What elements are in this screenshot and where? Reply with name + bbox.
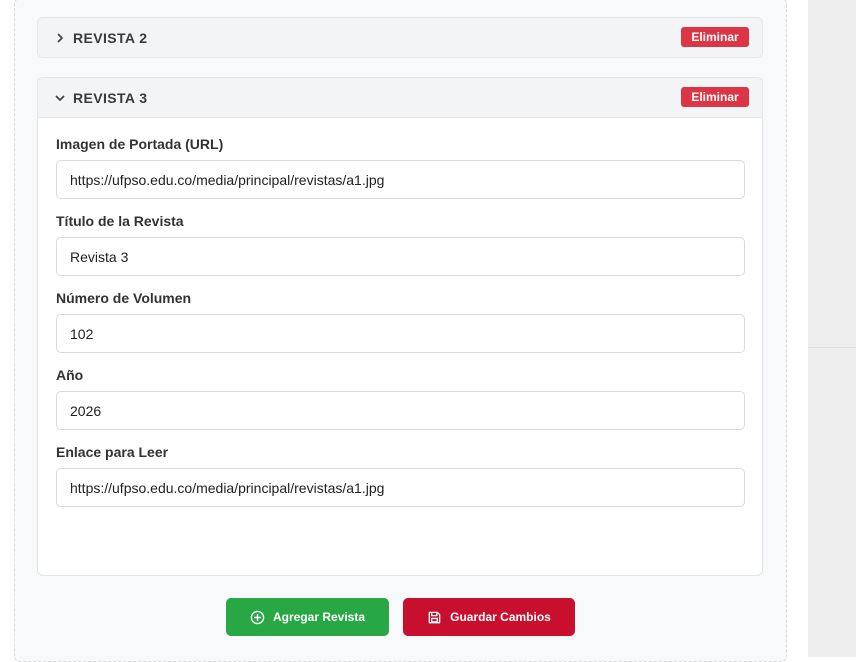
side-background (808, 0, 856, 657)
volume-number-field: Número de Volumen (56, 290, 745, 353)
side-divider (808, 347, 856, 348)
volume-number-input[interactable] (56, 314, 745, 353)
volume-number-label: Número de Volumen (56, 290, 192, 306)
plus-circle-icon (250, 610, 265, 625)
magazine-title-field: Título de la Revista (56, 213, 745, 276)
cover-image-field: Imagen de Portada (URL) (56, 136, 745, 199)
chevron-right-icon[interactable] (52, 30, 68, 46)
year-label: Año (56, 367, 84, 383)
accordion-title: REVISTA 2 (73, 29, 148, 46)
delete-button[interactable]: Eliminar (681, 87, 749, 107)
year-field: Año (56, 367, 745, 430)
accordion-title: REVISTA 3 (73, 89, 148, 106)
cover-image-label: Imagen de Portada (URL) (56, 136, 224, 152)
save-changes-label: Guardar Cambios (450, 610, 551, 624)
save-changes-button[interactable]: Guardar Cambios (403, 598, 575, 636)
read-link-label: Enlace para Leer (56, 444, 169, 460)
chevron-down-icon[interactable] (52, 90, 68, 106)
accordion-revista-2: REVISTA 2 Eliminar (37, 17, 763, 58)
magazine-title-label: Título de la Revista (56, 213, 184, 229)
floppy-disk-icon (427, 610, 442, 625)
magazine-title-input[interactable] (56, 237, 745, 276)
year-input[interactable] (56, 391, 745, 430)
accordion-body: Imagen de Portada (URL) Título de la Rev… (38, 118, 762, 507)
accordion-revista-3: REVISTA 3 Eliminar Imagen de Portada (UR… (37, 77, 763, 576)
add-magazine-label: Agregar Revista (272, 610, 366, 624)
accordion-header-revista-3[interactable]: REVISTA 3 Eliminar (38, 78, 762, 118)
cover-image-input[interactable] (56, 160, 745, 199)
add-magazine-button[interactable]: Agregar Revista (226, 598, 389, 636)
form-actions: Agregar Revista Guardar Cambios (226, 598, 575, 636)
accordion-header-revista-2[interactable]: REVISTA 2 Eliminar (38, 18, 762, 57)
read-link-input[interactable] (56, 468, 745, 507)
delete-button[interactable]: Eliminar (681, 27, 749, 47)
read-link-field: Enlace para Leer (56, 444, 745, 507)
